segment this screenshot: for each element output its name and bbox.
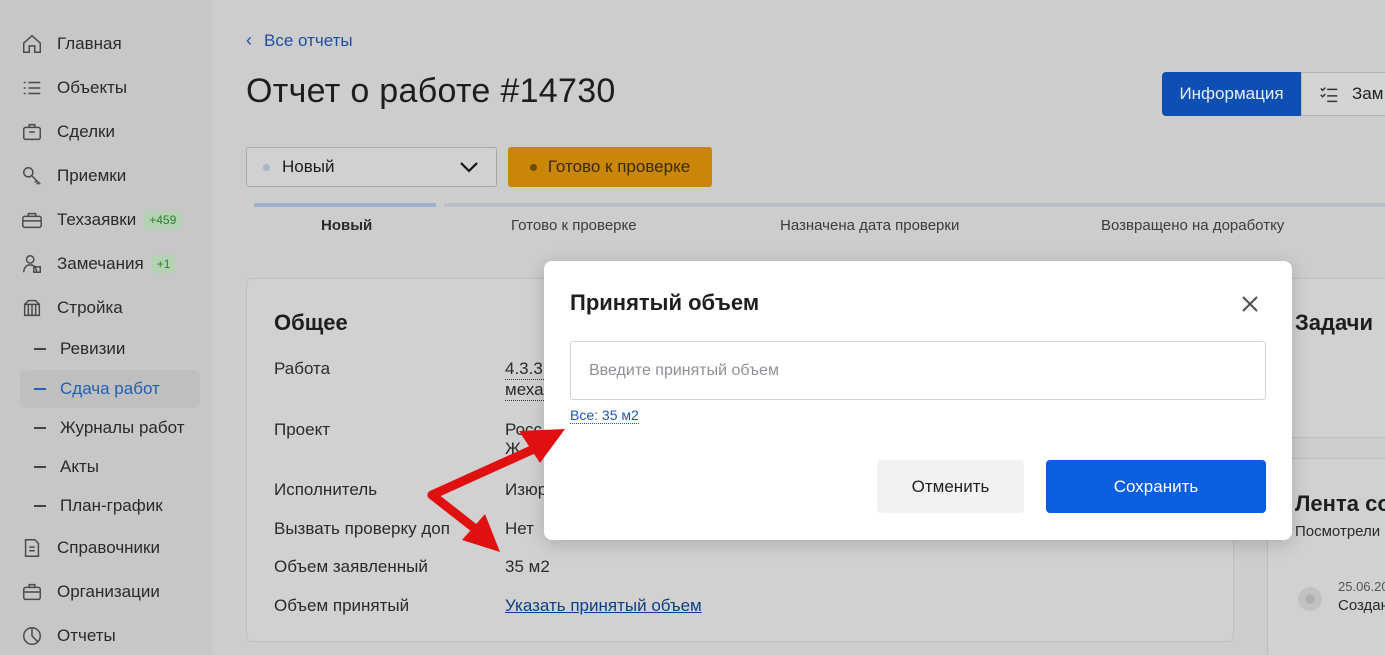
tasks-title: Задачи bbox=[1295, 310, 1373, 335]
card-title: Общее bbox=[274, 310, 348, 335]
sidebar-item-label: Техзаявки bbox=[57, 210, 137, 229]
back-link-label: Все отчеты bbox=[264, 30, 353, 50]
feed-avatar bbox=[1298, 587, 1322, 611]
key-icon bbox=[20, 164, 44, 188]
stage-review-date-set: Назначена дата проверки bbox=[780, 217, 960, 234]
close-button[interactable] bbox=[1237, 291, 1263, 317]
work-value[interactable]: 4.3.3. bbox=[505, 359, 548, 380]
checklist-icon bbox=[1320, 87, 1338, 103]
stage-returned-for-rework: Возвращено на доработку bbox=[1101, 217, 1285, 234]
sidebar-item-remarks[interactable]: Замечания +1 bbox=[20, 246, 176, 282]
sidebar-item-label: Главная bbox=[57, 34, 122, 53]
sidebar-subitem-label: Сдача работ bbox=[60, 379, 160, 398]
extra-review-value: Нет bbox=[505, 519, 534, 538]
dash-icon bbox=[34, 348, 46, 350]
feed-subtitle: Посмотрели bbox=[1295, 523, 1381, 540]
inspector-icon bbox=[20, 252, 44, 276]
status-select[interactable]: Новый bbox=[246, 147, 497, 187]
field-label: Объем заявленный bbox=[274, 557, 428, 576]
ready-for-review-button[interactable]: Готово к проверке bbox=[508, 147, 712, 187]
construction-icon bbox=[20, 296, 44, 320]
tab-remarks[interactable]: Зам bbox=[1301, 72, 1385, 116]
chevron-left-icon: ‹ bbox=[246, 30, 252, 50]
declared-volume-value: 35 м2 bbox=[505, 557, 550, 576]
sidebar-subitem-work-journals[interactable]: Журналы работ bbox=[20, 409, 200, 447]
field-label: Исполнитель bbox=[274, 480, 378, 499]
sidebar-subitem-acts[interactable]: Акты bbox=[20, 448, 200, 486]
count-badge: +1 bbox=[151, 255, 176, 273]
field-label: Вызвать проверку доп bbox=[274, 519, 450, 538]
sidebar: Главная Объекты Сделки Приемки Техзаявки… bbox=[0, 0, 212, 655]
list-icon bbox=[20, 76, 44, 100]
stage-progress-active bbox=[254, 203, 436, 207]
sidebar-subitem-label: Журналы работ bbox=[60, 418, 185, 437]
sidebar-subitem-label: Акты bbox=[60, 457, 99, 476]
sidebar-item-tech-requests[interactable]: Техзаявки +459 bbox=[20, 202, 182, 238]
accepted-volume-input[interactable] bbox=[570, 341, 1266, 400]
sidebar-item-objects[interactable]: Объекты bbox=[20, 70, 127, 106]
sidebar-item-label: Организации bbox=[57, 582, 160, 601]
button-label: Готово к проверке bbox=[547, 157, 691, 176]
sidebar-item-deals[interactable]: Сделки bbox=[20, 114, 115, 150]
field-label: Проект bbox=[274, 420, 330, 439]
stage-ready-for-review: Готово к проверке bbox=[511, 217, 637, 234]
page-title: Отчет о работе #14730 bbox=[246, 72, 616, 110]
dash-icon bbox=[34, 505, 46, 507]
back-link[interactable]: ‹ Все отчеты bbox=[246, 30, 353, 51]
modal-title: Принятый объем bbox=[570, 290, 760, 315]
sidebar-item-label: Сделки bbox=[57, 122, 115, 141]
save-button[interactable]: Сохранить bbox=[1046, 460, 1266, 513]
dash-icon bbox=[34, 427, 46, 429]
work-value-line2[interactable]: меха bbox=[505, 380, 544, 401]
tab-label: Зам bbox=[1352, 84, 1384, 103]
sidebar-item-label: Приемки bbox=[57, 166, 127, 185]
briefcase-icon bbox=[20, 120, 44, 144]
home-icon bbox=[20, 32, 44, 56]
stage-new: Новый bbox=[321, 217, 373, 234]
cancel-button[interactable]: Отменить bbox=[877, 460, 1024, 513]
toolbox-icon bbox=[20, 208, 44, 232]
feed-entry-text: Создан bbox=[1338, 597, 1385, 614]
stage-progress-track bbox=[444, 203, 1385, 207]
document-icon bbox=[20, 536, 44, 560]
set-accepted-volume-link[interactable]: Указать принятый объем bbox=[505, 596, 702, 616]
project-value: Росс bbox=[505, 420, 543, 439]
sidebar-item-label: Замечания bbox=[57, 254, 144, 273]
close-icon bbox=[1242, 296, 1258, 312]
sidebar-item-label: Справочники bbox=[57, 538, 160, 557]
sidebar-subitem-schedule[interactable]: План-график bbox=[20, 487, 200, 525]
sidebar-item-acceptance[interactable]: Приемки bbox=[20, 158, 126, 194]
sidebar-item-label: Объекты bbox=[57, 78, 128, 97]
pie-chart-icon bbox=[20, 624, 44, 648]
project-value-line2: Ж bbox=[505, 439, 521, 458]
organization-icon bbox=[20, 580, 44, 604]
accepted-volume-modal: Принятый объем Все: 35 м2 Отменить Сохра… bbox=[544, 261, 1292, 540]
status-dot-icon bbox=[529, 163, 537, 171]
fill-all-volume-link[interactable]: Все: 35 м2 bbox=[570, 407, 639, 424]
sidebar-item-construction[interactable]: Стройка bbox=[20, 290, 123, 326]
status-dot-icon bbox=[263, 163, 270, 171]
dash-icon bbox=[34, 466, 46, 468]
sidebar-subitem-work-handover[interactable]: Сдача работ bbox=[20, 370, 200, 408]
feed-title: Лента со bbox=[1295, 491, 1385, 516]
field-label: Работа bbox=[274, 359, 331, 378]
sidebar-item-label: Отчеты bbox=[57, 626, 116, 645]
executor-value: Изюр bbox=[505, 480, 548, 499]
count-badge: +459 bbox=[144, 211, 182, 229]
sidebar-subitem-revisions[interactable]: Ревизии bbox=[20, 330, 200, 368]
dash-icon bbox=[34, 388, 46, 390]
sidebar-item-label: Стройка bbox=[57, 298, 123, 317]
tab-information[interactable]: Информация bbox=[1162, 72, 1301, 116]
sidebar-subitem-label: Ревизии bbox=[60, 339, 126, 358]
sidebar-item-reports[interactable]: Отчеты bbox=[20, 618, 116, 654]
sidebar-item-organizations[interactable]: Организации bbox=[20, 574, 160, 610]
sidebar-item-directories[interactable]: Справочники bbox=[20, 530, 160, 566]
feed-date: 25.06.20 bbox=[1338, 579, 1385, 594]
sidebar-subitem-label: План-график bbox=[60, 496, 163, 515]
sidebar-item-home[interactable]: Главная bbox=[20, 26, 122, 62]
field-label: Объем принятый bbox=[274, 596, 410, 615]
chevron-down-icon bbox=[458, 158, 480, 181]
status-select-value: Новый bbox=[282, 157, 335, 176]
